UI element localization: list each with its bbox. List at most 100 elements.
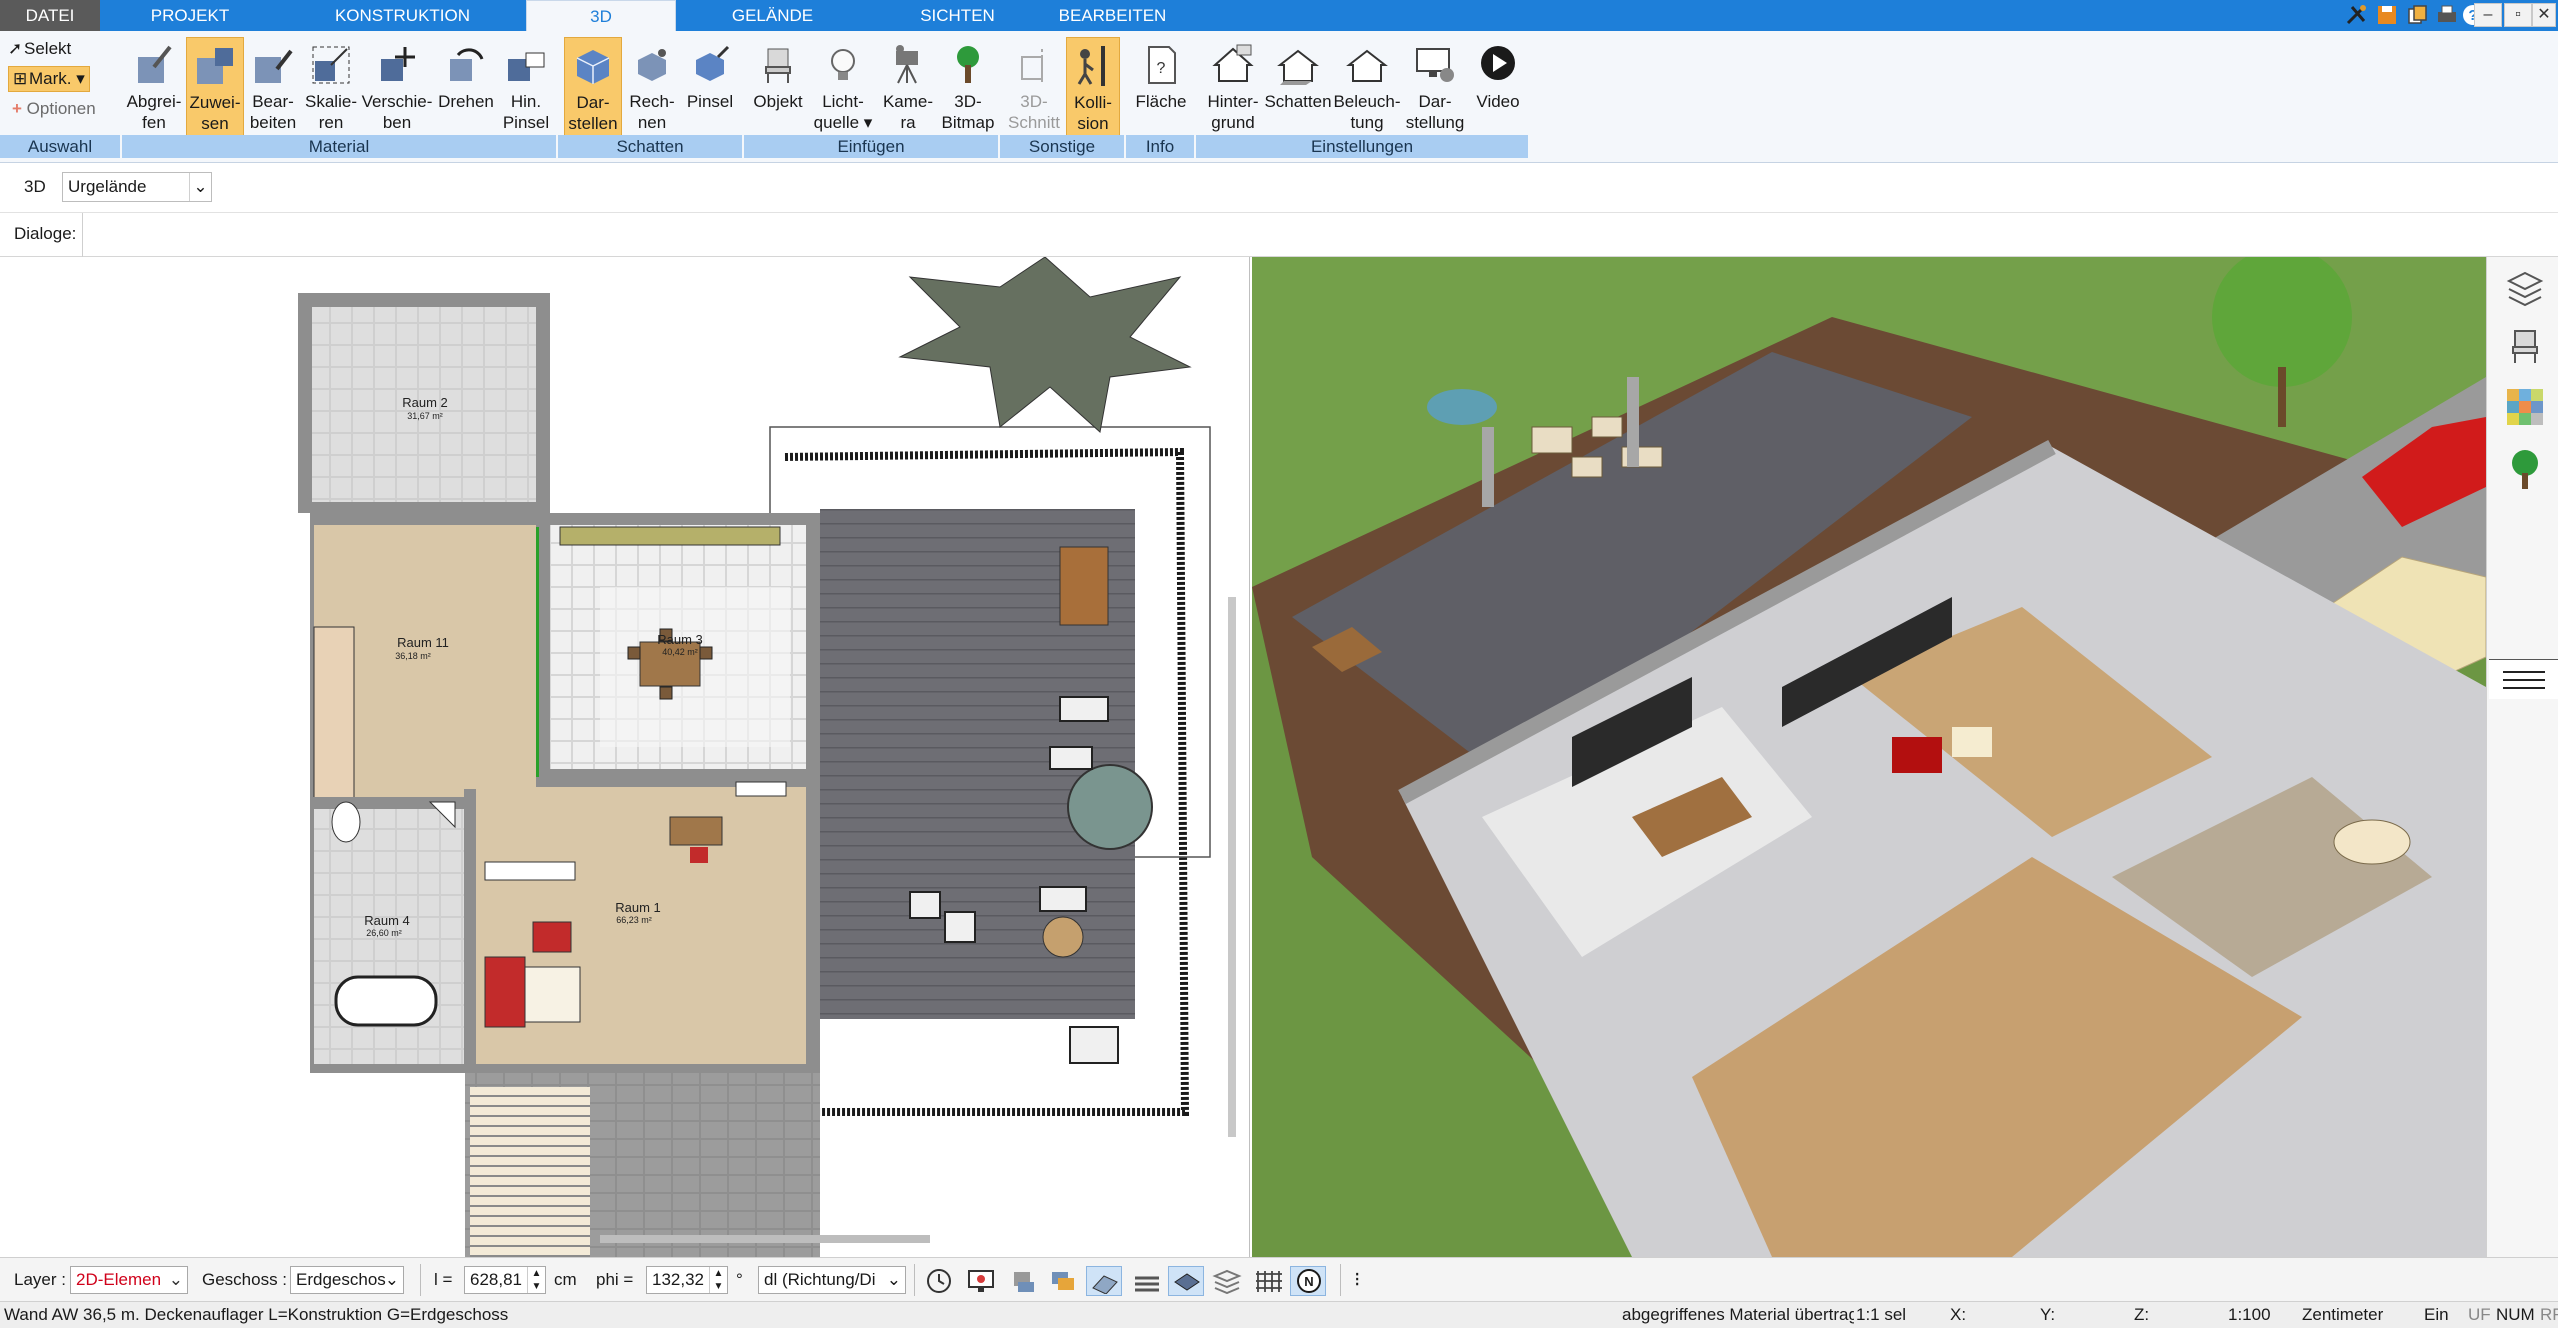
north-icon[interactable]: N bbox=[1294, 1268, 1324, 1294]
floor-plan-view[interactable]: Raum 2 31,67 m² Raum 11 36,18 m² Raum 3 … bbox=[0, 257, 1250, 1257]
status-x: X: bbox=[1950, 1305, 1967, 1324]
status-unit: Zentimeter bbox=[2302, 1305, 2384, 1324]
layers-small-icon[interactable] bbox=[1212, 1268, 1242, 1294]
direction-select[interactable]: dl (Richtung/Di ⌄ bbox=[758, 1266, 906, 1294]
group-einstellungen: Einstellungen bbox=[1196, 135, 1530, 158]
status-scale-selection: 1:1 sel bbox=[1856, 1305, 1907, 1324]
mark-label: Mark. bbox=[29, 69, 72, 88]
pick-material-button[interactable]: Abgrei-fen bbox=[124, 37, 184, 141]
assign-material-button[interactable]: Zuwei-sen bbox=[186, 37, 244, 141]
hatch-icon[interactable] bbox=[1132, 1268, 1162, 1294]
materials-icon[interactable] bbox=[2505, 387, 2545, 427]
room-label-raum-3: Raum 3 bbox=[657, 632, 703, 647]
angle-unit: ° bbox=[736, 1270, 743, 1289]
video-button[interactable]: Video bbox=[1470, 37, 1526, 141]
label: Beleuch- bbox=[1333, 92, 1401, 111]
mark-icon: ⊞ bbox=[13, 69, 28, 88]
scale-material-button[interactable]: Skalie-ren bbox=[302, 37, 360, 141]
status-uf: UF bbox=[2468, 1305, 2491, 1324]
group-info: Info bbox=[1126, 135, 1196, 158]
label: ra bbox=[900, 113, 916, 132]
spinner-icon[interactable]: ▲ ▼ bbox=[527, 1267, 545, 1293]
room-label-raum-11: Raum 11 bbox=[397, 635, 449, 650]
scale-icon bbox=[312, 46, 350, 84]
insert-object-button[interactable]: Objekt bbox=[748, 37, 808, 141]
chevron-down-icon: ⌄ bbox=[168, 1270, 183, 1289]
layer-stack-icon[interactable] bbox=[1048, 1268, 1078, 1294]
save-icon[interactable] bbox=[2374, 3, 2400, 27]
3d-scene-canvas[interactable] bbox=[1252, 257, 2486, 1257]
tab-gelaende[interactable]: GELÄNDE bbox=[705, 0, 840, 31]
3d-view[interactable] bbox=[1252, 257, 2486, 1257]
more-options-icon[interactable]: ⁝ bbox=[1354, 1266, 1360, 1294]
object-icon[interactable] bbox=[1008, 1268, 1038, 1294]
brush-cube-icon bbox=[508, 52, 545, 81]
spinner-icon[interactable]: ▲ ▼ bbox=[709, 1267, 727, 1293]
chair-catalog-icon[interactable] bbox=[2505, 327, 2545, 367]
wall-tool-icon[interactable] bbox=[1090, 1268, 1120, 1294]
tab-bearbeiten[interactable]: BEARBEITEN bbox=[1040, 0, 1185, 31]
screen-icon[interactable] bbox=[966, 1268, 996, 1294]
layers-icon[interactable] bbox=[2505, 269, 2545, 309]
label: Schatten bbox=[1264, 92, 1332, 111]
divider bbox=[914, 1264, 915, 1296]
tools-icon[interactable] bbox=[2344, 3, 2370, 27]
tab-sichten[interactable]: SICHTEN bbox=[895, 0, 1020, 31]
lighting-button[interactable]: Beleuch-tung bbox=[1332, 37, 1402, 141]
floor-select[interactable]: Erdgeschos ⌄ bbox=[290, 1266, 404, 1294]
status-bar: Wand AW 36,5 m. Deckenauflager L=Konstru… bbox=[0, 1301, 2558, 1328]
edit-material-button[interactable]: Bear-beiten bbox=[246, 37, 300, 141]
lighting-house-icon bbox=[1346, 49, 1388, 82]
label: Abgrei- bbox=[126, 92, 182, 111]
surface-icon[interactable] bbox=[1172, 1268, 1202, 1294]
angle-input[interactable]: 132,32 ▲ ▼ bbox=[646, 1266, 728, 1294]
insert-camera-button[interactable]: Kame-ra bbox=[878, 37, 938, 141]
restore-button[interactable]: ▫ bbox=[2504, 3, 2532, 27]
shadow-calculate-button[interactable]: Rech-nen bbox=[624, 37, 680, 141]
insert-3d-bitmap-button[interactable]: 3D- Bitmap bbox=[938, 37, 998, 141]
insert-light-button[interactable]: Licht-quelle ▾ bbox=[810, 37, 876, 141]
area-info-button[interactable]: ? Fläche bbox=[1130, 37, 1192, 141]
collision-button[interactable]: Kolli-sion bbox=[1066, 37, 1120, 141]
copy-icon[interactable] bbox=[2404, 3, 2430, 27]
display-settings-button[interactable]: Dar-stellung bbox=[1402, 37, 1468, 141]
status-message: Wand AW 36,5 m. Deckenauflager L=Konstru… bbox=[4, 1305, 509, 1324]
select-tool[interactable]: ➚ Selekt bbox=[8, 37, 71, 61]
floor-plan-canvas[interactable]: Raum 2 31,67 m² Raum 11 36,18 m² Raum 3 … bbox=[0, 257, 1250, 1257]
plants-icon[interactable] bbox=[2505, 447, 2545, 491]
label: sen bbox=[201, 114, 229, 133]
terrain-select[interactable]: Urgelände ⌄ bbox=[62, 172, 212, 202]
length-value: 628,81 bbox=[470, 1270, 522, 1289]
hint-brush-button[interactable]: Hin. Pinsel bbox=[498, 37, 554, 141]
background-button[interactable]: Hinter-grund bbox=[1200, 37, 1266, 141]
area-document-icon: ? bbox=[1148, 46, 1176, 84]
grid-icon[interactable] bbox=[1254, 1268, 1284, 1294]
options-button[interactable]: + Optionen bbox=[12, 97, 96, 121]
tab-konstruktion[interactable]: KONSTRUKTION bbox=[320, 0, 485, 31]
layer-select[interactable]: 2D-Elemen ⌄ bbox=[70, 1266, 188, 1294]
print-icon[interactable] bbox=[2434, 3, 2460, 27]
panel-collapse-handle[interactable] bbox=[2489, 659, 2558, 699]
status-z: Z: bbox=[2134, 1305, 2150, 1324]
move-material-button[interactable]: Verschie-ben bbox=[360, 37, 434, 141]
collision-icon bbox=[1077, 46, 1105, 86]
tab-datei[interactable]: DATEI bbox=[0, 0, 100, 31]
label: sion bbox=[1077, 114, 1109, 133]
shadow-settings-button[interactable]: Schatten bbox=[1264, 37, 1332, 141]
clock-icon[interactable] bbox=[924, 1268, 954, 1294]
length-label: l = bbox=[434, 1270, 453, 1289]
rotate-material-button[interactable]: Drehen bbox=[434, 37, 498, 141]
shadow-display-button[interactable]: Dar-stellen bbox=[564, 37, 622, 141]
tab-projekt[interactable]: PROJEKT bbox=[120, 0, 260, 31]
label: Pinsel bbox=[686, 92, 734, 111]
label: Bear- bbox=[252, 92, 294, 111]
camera-icon bbox=[896, 45, 918, 84]
close-button[interactable]: ✕ bbox=[2532, 3, 2556, 27]
shadow-brush-button[interactable]: Pinsel bbox=[682, 37, 738, 141]
tab-3d[interactable]: 3D bbox=[526, 0, 676, 32]
label: Rech- bbox=[629, 92, 675, 111]
minimize-button[interactable]: – bbox=[2474, 3, 2502, 27]
length-input[interactable]: 628,81 ▲ ▼ bbox=[464, 1266, 546, 1294]
mark-dropdown[interactable]: ⊞ Mark. ▾ bbox=[8, 66, 90, 92]
3d-section-button[interactable]: 3D- Schnitt bbox=[1004, 37, 1064, 141]
